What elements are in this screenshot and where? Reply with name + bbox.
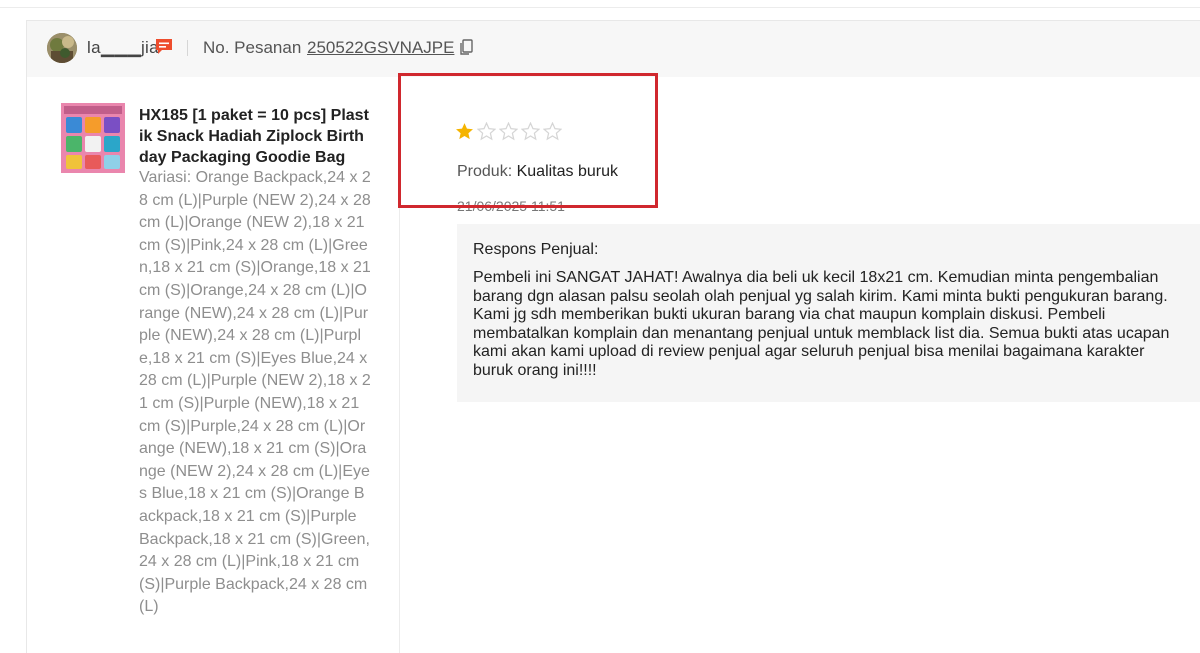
avatar-photo-icon (47, 33, 77, 63)
seller-response: Respons Penjual: Pembeli ini SANGAT JAHA… (457, 224, 1200, 402)
buyer-name[interactable]: la▁▁▁jia (87, 38, 159, 58)
order-label: No. Pesanan (203, 38, 302, 57)
buyer-avatar[interactable] (47, 33, 77, 63)
product-thumbnail[interactable] (61, 103, 125, 173)
review-header: la▁▁▁jia No. Pesanan 250522GSVNAJPE (27, 21, 1200, 77)
top-strip (0, 0, 1200, 8)
copy-icon[interactable] (459, 39, 473, 56)
chat-bubble-icon[interactable] (155, 38, 173, 55)
product-variation: Variasi: Orange Backpack,24 x 28 cm (L)|… (139, 169, 371, 616)
header-divider (187, 40, 188, 56)
seller-response-title: Respons Penjual: (473, 241, 599, 258)
seller-response-body: Pembeli ini SANGAT JAHAT! Awalnya dia be… (473, 269, 1170, 379)
order-number-link[interactable]: 250522GSVNAJPE (307, 38, 454, 58)
highlight-annotation-box (398, 73, 658, 208)
product-title[interactable]: HX185 [1 paket = 10 pcs] Plastik Snack H… (139, 105, 371, 168)
